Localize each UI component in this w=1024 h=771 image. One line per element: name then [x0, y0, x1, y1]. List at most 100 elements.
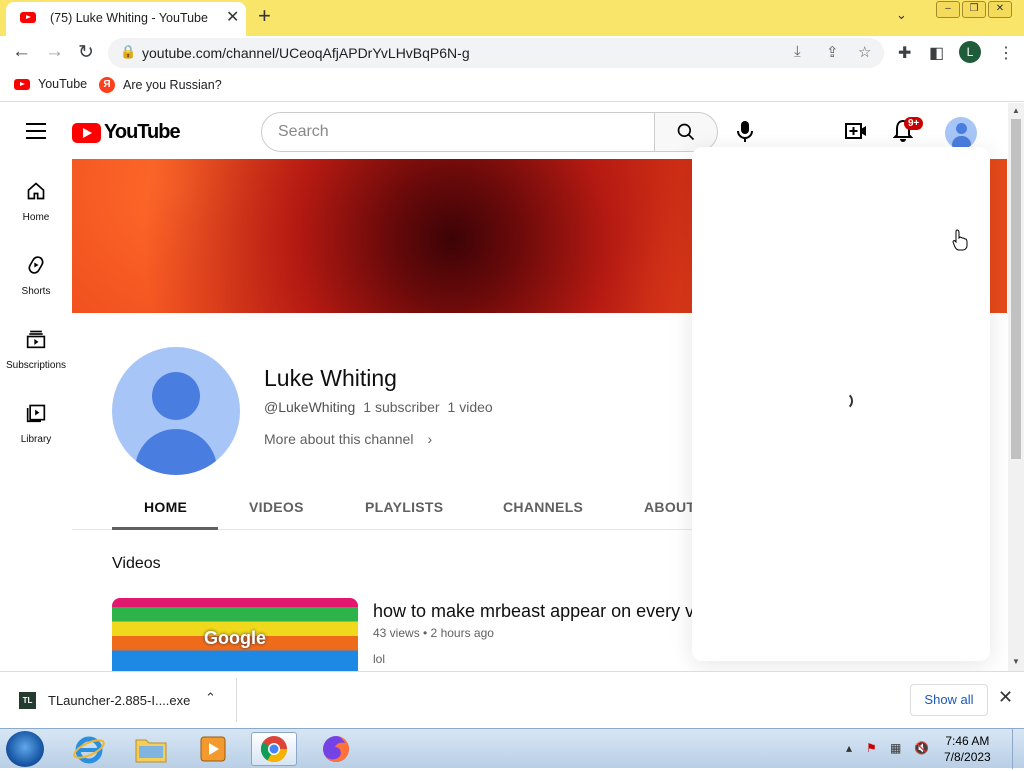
account-menu-popup	[692, 147, 990, 661]
download-divider	[236, 678, 237, 722]
microphone-icon[interactable]	[735, 120, 755, 144]
taskbar-media-player[interactable]	[190, 732, 236, 766]
tab-about[interactable]: ABOUT	[644, 499, 695, 515]
taskbar-internet-explorer[interactable]	[66, 732, 112, 766]
url-text[interactable]: youtube.com/channel/UCeoqAfjAPDrYvLHvBqP…	[142, 45, 470, 61]
download-file-name[interactable]: TLauncher-2.885-I....exe	[48, 693, 190, 708]
volume-muted-icon[interactable]: 🔇	[914, 741, 929, 755]
extensions-puzzle-icon[interactable]: ✚	[898, 43, 911, 63]
chevron-up-icon[interactable]: ⌃	[205, 690, 216, 706]
internet-explorer-icon	[73, 736, 105, 764]
install-icon[interactable]: ⤓	[794, 43, 801, 60]
reload-icon[interactable]: ↻	[78, 41, 94, 64]
action-center-flag-icon[interactable]: ⚑	[866, 741, 877, 755]
youtube-page: YouTube 9+ Home Shorts Subscriptions Lib…	[0, 103, 1008, 671]
active-tab-underline	[112, 527, 218, 530]
taskbar-chrome[interactable]	[251, 732, 297, 766]
yandex-icon: Я	[99, 77, 115, 93]
channel-meta: @LukeWhiting 1 subscriber 1 video	[264, 399, 493, 415]
network-icon[interactable]: ▦	[890, 741, 901, 755]
logo-text: YouTube	[104, 121, 181, 143]
tab-channels[interactable]: CHANNELS	[503, 499, 583, 515]
tab-home[interactable]: HOME	[144, 499, 187, 515]
windows-taskbar: ▴ ⚑ ▦ 🔇 7:46 AM 7/8/2023	[0, 728, 1024, 769]
taskbar-file-explorer[interactable]	[128, 732, 174, 766]
taskbar-clock[interactable]: 7:46 AM 7/8/2023	[944, 733, 991, 765]
close-shelf-icon[interactable]: ✕	[998, 687, 1013, 708]
scroll-down-arrow-icon[interactable]: ▼	[1012, 657, 1020, 666]
close-window-button[interactable]: ✕	[988, 1, 1012, 18]
restore-button[interactable]: ❐	[962, 1, 986, 18]
more-about-label: More about this channel	[264, 431, 414, 447]
subscriptions-icon	[26, 330, 46, 349]
subscriber-count: 1 subscriber	[363, 399, 440, 415]
youtube-favicon-icon	[20, 12, 36, 23]
share-icon[interactable]: ⇪	[826, 43, 839, 61]
bookmark-label: YouTube	[38, 77, 88, 91]
back-arrow-icon[interactable]: ←	[12, 41, 31, 63]
sidebar-item-subscriptions[interactable]: Subscriptions	[0, 329, 72, 371]
bookmark-star-icon[interactable]: ☆	[858, 43, 871, 61]
bookmark-are-you-russian[interactable]: Я Are you Russian?	[99, 77, 222, 93]
create-video-icon[interactable]	[845, 122, 867, 140]
section-title: Videos	[112, 555, 161, 572]
tray-expand-icon[interactable]: ▴	[846, 741, 852, 755]
tlauncher-file-icon: TL	[19, 692, 36, 709]
search-box	[261, 112, 655, 152]
video-count: 1 video	[447, 399, 493, 415]
scrollbar-thumb[interactable]	[1011, 119, 1021, 459]
window-controls: – ❐ ✕	[936, 1, 1012, 18]
video-title[interactable]: how to make mrbeast appear on every v	[373, 601, 693, 622]
browser-tab[interactable]: (75) Luke Whiting - YouTube ✕	[6, 2, 246, 36]
video-thumbnail[interactable]: Google	[112, 598, 358, 671]
sidebar-item-shorts[interactable]: Shorts	[0, 255, 72, 297]
notification-count-badge: 9+	[904, 117, 924, 130]
browser-toolbar: ← → ↻ 🔒 youtube.com/channel/UCeoqAfjAPDr…	[0, 36, 1024, 70]
hamburger-menu-icon[interactable]	[26, 123, 46, 144]
video-meta: 43 views • 2 hours ago	[373, 626, 494, 640]
media-player-icon	[200, 736, 226, 762]
bookmark-youtube[interactable]: YouTube	[14, 77, 87, 91]
chevron-right-icon: ›	[427, 431, 433, 447]
browser-profile-avatar[interactable]: L	[959, 41, 981, 63]
taskbar-firefox[interactable]	[313, 732, 359, 766]
search-button[interactable]	[654, 112, 718, 152]
sidebar-item-label: Shorts	[21, 286, 51, 297]
thumbnail-text: Google	[204, 628, 266, 648]
sidebar-item-label: Subscriptions	[5, 360, 67, 371]
firefox-icon	[323, 736, 349, 762]
start-button[interactable]	[6, 731, 44, 767]
menu-kebab-icon[interactable]: ⋮	[998, 43, 1014, 63]
new-tab-button[interactable]: +	[258, 3, 271, 29]
side-panel-icon[interactable]: ◧	[929, 43, 944, 63]
tab-playlists[interactable]: PLAYLISTS	[365, 499, 443, 515]
tab-videos[interactable]: VIDEOS	[249, 499, 304, 515]
channel-avatar	[112, 347, 240, 475]
show-all-button[interactable]: Show all	[910, 684, 988, 716]
more-about-channel-link[interactable]: More about this channel ›	[264, 431, 432, 447]
minimize-button[interactable]: –	[936, 1, 960, 18]
account-avatar-button[interactable]	[945, 117, 977, 149]
tab-close-icon[interactable]: ✕	[226, 7, 239, 27]
search-input[interactable]	[278, 113, 638, 151]
youtube-icon	[14, 78, 30, 90]
shorts-icon	[28, 256, 44, 274]
tab-title: (75) Luke Whiting - YouTube	[50, 11, 208, 25]
tab-search-chevron-icon[interactable]: ⌄	[896, 7, 907, 23]
youtube-logo[interactable]: YouTube	[72, 121, 181, 144]
folder-icon	[135, 739, 167, 763]
address-bar[interactable]: 🔒 youtube.com/channel/UCeoqAfjAPDrYvLHvB…	[108, 38, 884, 68]
sidebar-item-library[interactable]: Library	[0, 403, 72, 445]
home-icon	[27, 182, 45, 200]
channel-handle: @LukeWhiting	[264, 399, 356, 415]
page-scrollbar[interactable]: ▲ ▼	[1008, 103, 1024, 671]
hand-cursor-icon	[952, 229, 968, 251]
show-desktop-button[interactable]	[1012, 729, 1024, 769]
bookmark-label: Are you Russian?	[123, 78, 222, 92]
clock-time: 7:46 AM	[945, 734, 990, 748]
lock-icon[interactable]: 🔒	[120, 44, 136, 60]
scroll-up-arrow-icon[interactable]: ▲	[1012, 106, 1020, 115]
sidebar-item-home[interactable]: Home	[0, 181, 72, 223]
download-shelf: TL TLauncher-2.885-I....exe ⌃ Show all ✕	[0, 671, 1024, 728]
forward-arrow-icon[interactable]: →	[45, 41, 64, 63]
